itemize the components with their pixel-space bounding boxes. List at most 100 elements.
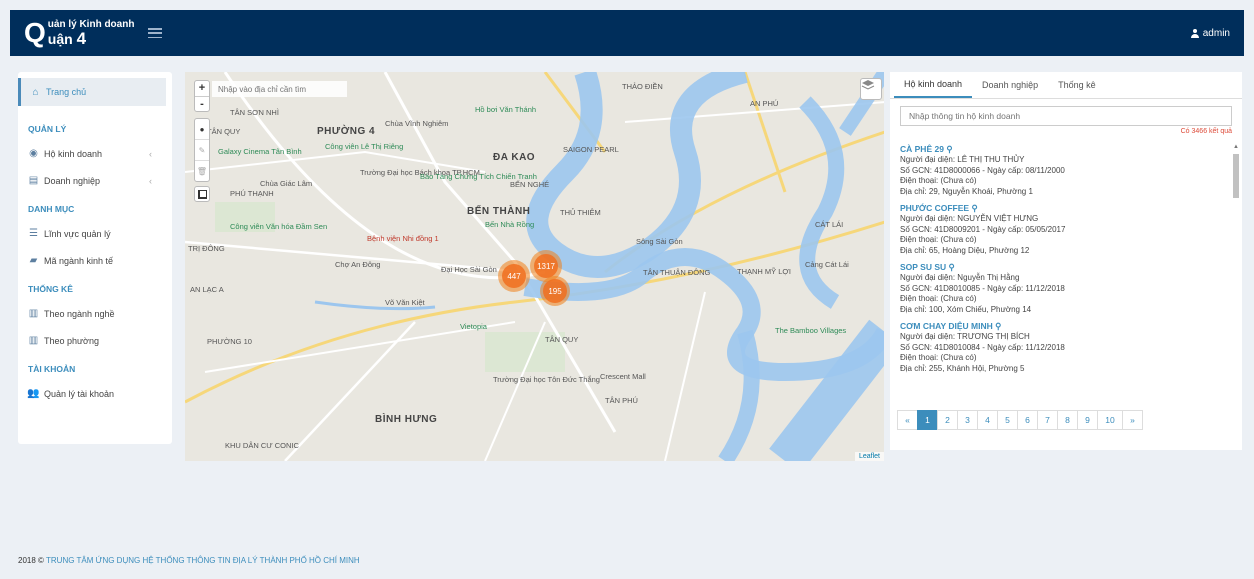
business-panel: Hộ kinh doanh Doanh nghiệp Thống kê Có 3… [890,72,1242,450]
page-button[interactable]: 1 [917,410,938,430]
map-label: Vietopia [460,322,487,331]
map-label: Chợ An Đông [335,260,381,269]
building-icon: ▤ [28,175,39,186]
map-view[interactable]: TÂN SƠN NHÌ TÂN QUY PHƯỜNG 4 Chùa Vĩnh N… [185,72,884,461]
sidebar-section-title: DANH MỤC [28,204,75,214]
sidebar-item-theo-nganh-nghe[interactable]: ▥ Theo ngành nghề [18,300,172,327]
sidebar-item-theo-phuong[interactable]: ▥ Theo phường [18,327,172,354]
map-address-search-input[interactable] [212,81,347,97]
page-button[interactable]: 2 [937,410,958,430]
trash-icon[interactable]: 🗑 [195,160,209,181]
zoom-out-button[interactable]: - [195,95,209,112]
sidebar-item-label: Mã ngành kinh tế [44,255,114,266]
draw-marker-icon[interactable]: ● [195,119,209,139]
tab-ho-kinh-doanh[interactable]: Hộ kinh doanh [894,72,973,98]
business-list[interactable]: CÀ PHÊ 29 ⚲ Người đại diện: LÊ THỊ THU T… [900,144,1226,399]
app-logo[interactable]: Q uản lý Kinh doanh uận 4 [24,19,134,47]
user-icon [1190,28,1199,38]
scroll-thumb[interactable] [1233,154,1239,198]
map-pin-icon[interactable]: ⚲ [946,144,952,154]
page-button[interactable]: 8 [1057,410,1078,430]
map-cluster-marker[interactable]: 447 [498,260,530,292]
sidebar-item-quan-ly-tai-khoan[interactable]: 👥 Quản lý tài khoản [18,380,172,407]
business-phone: Điện thoại: (Chưa có) [900,353,977,362]
business-phone: Điện thoại: (Chưa có) [900,176,977,185]
result-count: Có 3466 kết quả [1180,128,1232,135]
map-pin-icon[interactable]: ⚲ [971,203,977,213]
business-name[interactable]: SOP SU SU [900,262,946,272]
page-button[interactable]: 7 [1037,410,1058,430]
list-item[interactable]: CƠM CHAY DIỆU MINH ⚲ Người đại diện: TRƯ… [900,321,1226,374]
map-label: SAIGON PEARL [563,145,619,154]
business-search-input[interactable] [900,106,1232,126]
business-name[interactable]: CƠM CHAY DIỆU MINH [900,321,993,331]
sidebar-item-ho-kinh-doanh[interactable]: ◉ Hộ kinh doanh ‹ [18,140,172,167]
map-pin-icon[interactable]: ⚲ [949,262,955,272]
tab-thong-ke[interactable]: Thống kê [1048,72,1106,98]
sidebar-item-ma-nganh[interactable]: ▰ Mã ngành kinh tế [18,247,172,274]
map-label: Crescent Mall [600,372,646,381]
business-address: Địa chỉ: 255, Khánh Hội, Phường 5 [900,363,1025,373]
scroll-up-icon[interactable]: ▲ [1232,144,1240,152]
map-label: Chùa Vĩnh Nghiêm [385,119,449,128]
list-item[interactable]: SOP SU SU ⚲ Người đại diện: Nguyễn Thị H… [900,262,1226,315]
business-name[interactable]: CÀ PHÊ 29 [900,144,944,154]
sidebar-item-label: Trang chủ [46,87,87,97]
sidebar-item-label: Lĩnh vực quản lý [44,228,111,239]
map-label: Công viên Văn hóa Đầm Sen [230,222,328,231]
map-cluster-marker[interactable]: 195 [540,276,570,306]
list-scrollbar[interactable]: ▲ [1232,144,1240,399]
map-label: BẾN NGHÉ [510,180,550,189]
map-label: Hồ bơi Văn Thánh [475,105,537,114]
map-label: PHÚ THẠNH [230,189,274,198]
page-button[interactable]: 4 [977,410,998,430]
sidebar-item-home[interactable]: ⌂ Trang chủ [18,78,166,106]
map-label: CÁT LÁI [815,220,844,229]
business-address: Địa chỉ: 65, Hoàng Diệu, Phường 12 [900,245,1030,255]
business-name[interactable]: PHƯỚC COFFEE [900,203,969,213]
sidebar-item-doanh-nghiep[interactable]: ▤ Doanh nghiệp ‹ [18,167,172,194]
user-menu[interactable]: admin [1190,28,1230,39]
business-phone: Điện thoại: (Chưa có) [900,294,977,303]
page-next-button[interactable]: » [1122,410,1143,430]
map-label: Công viên Lê Thị Riêng [325,142,404,151]
users-icon: 👥 [27,388,40,399]
bar-chart-icon: ▥ [28,335,39,346]
tab-doanh-nghiep[interactable]: Doanh nghiệp [972,72,1048,98]
page-button[interactable]: 10 [1097,410,1123,430]
page-button[interactable]: 6 [1017,410,1038,430]
footer-org-link[interactable]: TRUNG TÂM ỨNG DỤNG HỆ THỐNG THÔNG TIN ĐỊ… [46,556,360,565]
map-label: ĐA KAO [493,152,536,163]
map-pin-icon[interactable]: ⚲ [995,321,1001,331]
map-label: TÂN THUẬN ĐÔNG [643,268,711,277]
map-label: AN PHÚ [750,99,779,108]
page-prev-button[interactable]: « [897,410,918,430]
map-label: TÂN SƠN NHÌ [230,108,279,117]
draw-rectangle-icon[interactable] [194,186,210,202]
map-label: PHƯỜNG 10 [207,337,252,346]
map-label: THẠNH MỸ LỢI [737,267,791,276]
business-rep: Người đại diện: Nguyễn Thị Hằng [900,273,1020,282]
cluster-count: 447 [502,264,526,288]
map-label: Võ Văn Kiệt [385,298,425,307]
map-label: Bệnh viện Nhi đồng 1 [367,234,439,243]
page-button[interactable]: 3 [957,410,978,430]
footer: 2018 © TRUNG TÂM ỨNG DỤNG HỆ THỐNG THÔNG… [18,556,360,565]
map-label: THỦ THIÊM [560,208,601,217]
list-item[interactable]: PHƯỚC COFFEE ⚲ Người đại diện: NGUYỄN VI… [900,203,1226,256]
sidebar: ⌂ Trang chủ QUẢN LÝ ◉ Hộ kinh doanh ‹ ▤ … [18,72,172,444]
page-button[interactable]: 9 [1077,410,1098,430]
business-rep: Người đại diện: LÊ THỊ THU THỦY [900,155,1025,164]
list-item[interactable]: CÀ PHÊ 29 ⚲ Người đại diện: LÊ THỊ THU T… [900,144,1226,197]
map-label: KHU DÂN CƯ CONIC [225,441,299,450]
zoom-in-button[interactable]: + [195,81,209,96]
map-label: BÌNH HƯNG [375,414,438,425]
edit-icon[interactable]: ✎ [195,139,209,160]
leaflet-attribution[interactable]: Leaflet [854,452,884,461]
menu-toggle-icon[interactable] [148,28,163,38]
business-rep: Người đại diện: TRƯƠNG THỊ BÍCH [900,332,1030,341]
sidebar-item-label: Theo ngành nghề [44,308,115,319]
sidebar-item-linh-vuc[interactable]: ☰ Lĩnh vực quản lý [18,220,172,247]
page-button[interactable]: 5 [997,410,1018,430]
layers-icon[interactable] [860,78,882,100]
